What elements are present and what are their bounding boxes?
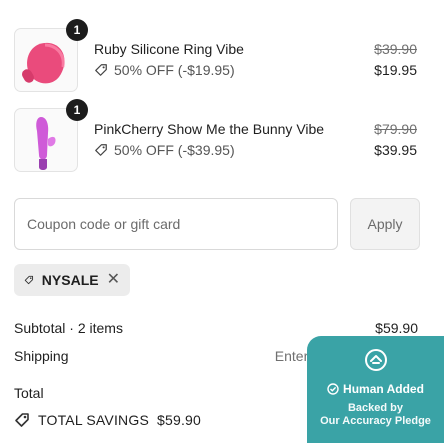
original-price: $39.90 <box>374 41 417 57</box>
product-image: 1 <box>14 19 88 92</box>
tag-icon <box>24 275 34 285</box>
accuracy-pledge-badge[interactable]: Human Added Backed by Our Accuracy Pledg… <box>307 336 444 443</box>
product-name[interactable]: Ruby Silicone Ring Vibe <box>94 41 244 57</box>
discount-line: 50% OFF (-$19.95) <box>94 62 235 78</box>
tag-icon <box>95 64 107 76</box>
quantity-badge: 1 <box>66 19 88 41</box>
original-price: $79.90 <box>374 121 417 137</box>
badge-line-2: Our Accuracy Pledge <box>320 415 431 427</box>
discount-text: 50% OFF (-$39.95) <box>114 142 235 158</box>
cart-item: 1 PinkCherry Show Me the Bunny Vibe 50% … <box>14 99 434 172</box>
check-circle-icon <box>327 383 339 395</box>
discount-line: 50% OFF (-$39.95) <box>94 142 235 158</box>
badge-line-1: Backed by <box>347 402 404 414</box>
tag-icon <box>15 413 29 427</box>
badge-title-text: Human Added <box>343 382 424 396</box>
discount-code: NYSALE <box>41 272 99 288</box>
quantity-badge: 1 <box>66 99 88 121</box>
coupon-input[interactable] <box>14 198 338 250</box>
remove-discount-close-icon[interactable]: ✕ <box>107 272 120 288</box>
total-label: Total <box>14 385 44 401</box>
applied-discount-tag: NYSALE ✕ <box>14 264 130 296</box>
tag-icon <box>95 144 107 156</box>
subtotal-value: $59.90 <box>375 320 418 336</box>
badge-title: Human Added <box>307 382 444 396</box>
pledge-icon <box>365 349 387 371</box>
apply-button[interactable]: Apply <box>350 198 420 250</box>
product-name[interactable]: PinkCherry Show Me the Bunny Vibe <box>94 121 324 137</box>
subtotal-row: Subtotal · 2 items $59.90 <box>14 320 418 336</box>
savings-value: $59.90 <box>157 412 202 428</box>
subtotal-label: Subtotal · 2 items <box>14 320 123 336</box>
shipping-label: Shipping <box>14 348 69 364</box>
final-price: $39.95 <box>374 142 417 158</box>
discount-text: 50% OFF (-$19.95) <box>114 62 235 78</box>
cart-item: 1 Ruby Silicone Ring Vibe 50% OFF (-$19.… <box>14 19 434 92</box>
product-image: 1 <box>14 99 88 172</box>
final-price: $19.95 <box>374 62 417 78</box>
savings-label: TOTAL SAVINGS <box>38 412 149 428</box>
